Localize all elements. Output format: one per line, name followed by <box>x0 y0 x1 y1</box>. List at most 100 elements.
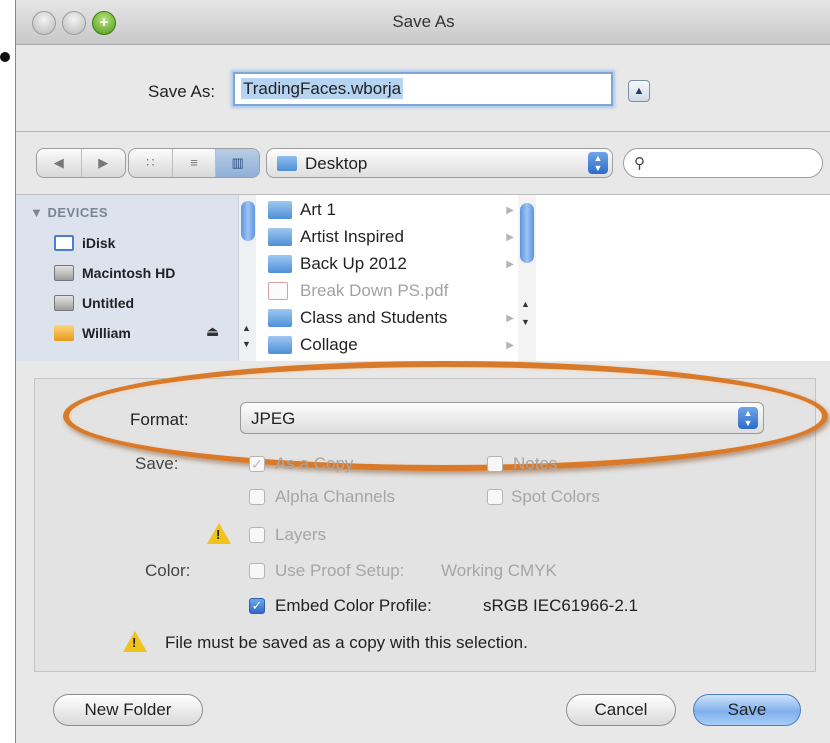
list-view-icon[interactable]: ≡ <box>173 149 217 177</box>
disclosure-arrow-icon: ▶ <box>506 258 514 270</box>
view-mode-control: ∷ ≡ ▥ <box>128 148 260 178</box>
layers-checkbox[interactable] <box>249 527 265 543</box>
window-title: Save As <box>392 12 455 31</box>
slide-bullet <box>0 52 10 62</box>
devices-heading[interactable]: ▼ DEVICES <box>30 205 108 220</box>
embed-profile-value: sRGB IEC61966-2.1 <box>483 596 638 615</box>
sidebar-item-label: iDisk <box>82 235 116 251</box>
scroll-thumb[interactable] <box>520 203 534 263</box>
new-folder-button[interactable]: New Folder <box>53 694 203 726</box>
sidebar-item-macintosh-hd[interactable]: Macintosh HD <box>54 261 175 285</box>
scroll-up-icon[interactable]: ▲ <box>521 299 530 309</box>
hard-drive-icon <box>54 265 74 281</box>
file-name: Back Up 2012 <box>300 254 407 273</box>
sidebar-item-label: Macintosh HD <box>82 265 176 281</box>
save-label: Save: <box>135 454 179 473</box>
format-select[interactable]: JPEG ▲ ▼ <box>240 402 764 434</box>
save-button[interactable]: Save <box>693 694 801 726</box>
column-scrollbar[interactable]: ▲ ▼ <box>518 195 536 361</box>
popup-arrows-icon: ▲ ▼ <box>588 152 608 174</box>
file-name: Break Down PS.pdf <box>300 281 449 300</box>
embed-color-profile-label: Embed Color Profile: <box>275 596 432 615</box>
as-a-copy-label: As a Copy <box>275 454 354 473</box>
file-name: Class and Students <box>300 308 448 327</box>
save-as-dialog: + Save As Save As: TradingFaces.wborja ▲… <box>15 0 830 743</box>
disclosure-arrow-icon: ▶ <box>506 312 514 324</box>
location-popup[interactable]: Desktop ▲ ▼ <box>266 148 613 178</box>
scroll-up-icon[interactable]: ▲ <box>242 323 251 333</box>
notes-label: Notes <box>513 454 558 473</box>
column-view-icon[interactable]: ▥ <box>216 149 260 177</box>
list-item[interactable]: Break Down PS.pdf <box>268 278 514 304</box>
disclosure-arrow-icon: ▶ <box>506 339 514 351</box>
sidebar-scrollbar[interactable]: ▲ ▼ <box>238 195 257 361</box>
use-proof-setup-label: Use Proof Setup: <box>275 561 405 580</box>
save-as-row: Save As: TradingFaces.wborja ▲ <box>16 72 830 116</box>
list-item[interactable]: Art 1 ▶ <box>268 197 514 223</box>
embed-color-profile-checkbox[interactable]: ✓ <box>249 598 265 614</box>
folder-icon <box>268 201 292 219</box>
list-item[interactable]: Artist Inspired ▶ <box>268 224 514 250</box>
idisk-icon <box>54 235 74 251</box>
file-column: Art 1 ▶ Artist Inspired ▶ Back Up 2012 ▶… <box>256 195 519 361</box>
warning-icon: ! <box>123 631 147 652</box>
back-forward-control: ◀ ▶ <box>36 148 126 178</box>
file-name: Artist Inspired <box>300 227 404 246</box>
folder-icon <box>277 156 297 171</box>
back-arrow-icon[interactable]: ◀ <box>37 149 82 177</box>
cancel-button[interactable]: Cancel <box>566 694 676 726</box>
folder-icon <box>268 255 292 273</box>
search-field[interactable]: ⚲ <box>623 148 823 178</box>
notes-checkbox[interactable] <box>487 456 503 472</box>
save-as-label: Save As: <box>148 82 216 101</box>
spot-colors-label: Spot Colors <box>511 487 600 506</box>
filename-input[interactable]: TradingFaces.wborja <box>233 72 613 106</box>
sidebar-item-label: William <box>82 325 131 341</box>
title-bar: + Save As <box>16 0 830 45</box>
home-folder-icon <box>54 325 74 341</box>
sidebar-item-idisk[interactable]: iDisk <box>54 231 115 255</box>
scroll-down-icon[interactable]: ▼ <box>242 339 251 349</box>
location-label: Desktop <box>305 154 368 173</box>
alpha-channels-checkbox[interactable] <box>249 489 265 505</box>
color-label: Color: <box>145 561 191 580</box>
layers-label: Layers <box>275 525 327 544</box>
empty-column <box>536 195 830 361</box>
file-name: Art 1 <box>300 200 336 219</box>
warning-icon: ! <box>207 523 231 544</box>
folder-icon <box>268 336 292 354</box>
icon-view-icon[interactable]: ∷ <box>129 149 173 177</box>
folder-icon <box>268 228 292 246</box>
save-options-panel: Format: JPEG ▲ ▼ Save: ✓ As a Copy Notes … <box>34 361 828 672</box>
format-value: JPEG <box>251 409 296 428</box>
use-proof-setup-checkbox[interactable] <box>249 563 265 579</box>
search-icon: ⚲ <box>634 155 645 172</box>
sidebar-item-label: Untitled <box>82 295 135 311</box>
forward-arrow-icon[interactable]: ▶ <box>82 149 126 177</box>
browser-toolbar: ◀ ▶ ∷ ≡ ▥ Desktop ▲ ▼ ⚲ <box>16 144 830 184</box>
format-label: Format: <box>130 410 189 429</box>
filename-text: TradingFaces.wborja <box>241 78 404 99</box>
folder-icon <box>268 309 292 327</box>
collapse-browser-button[interactable]: ▲ <box>628 80 650 102</box>
spot-colors-checkbox[interactable] <box>487 489 503 505</box>
alpha-channels-label: Alpha Channels <box>275 487 396 506</box>
hard-drive-icon <box>54 295 74 311</box>
list-item[interactable]: Collage ▶ <box>268 332 514 358</box>
as-a-copy-checkbox[interactable]: ✓ <box>249 456 265 472</box>
list-item[interactable]: Back Up 2012 ▶ <box>268 251 514 277</box>
eject-icon[interactable]: ⏏ <box>206 323 219 340</box>
disclosure-arrow-icon: ▶ <box>506 204 514 216</box>
scroll-thumb[interactable] <box>241 201 255 241</box>
sidebar-item-william[interactable]: William <box>54 321 131 345</box>
warning-message: File must be saved as a copy with this s… <box>165 633 528 652</box>
list-item[interactable]: Class and Students ▶ <box>268 305 514 331</box>
divider <box>16 131 830 132</box>
proof-profile-value: Working CMYK <box>441 561 557 580</box>
scroll-down-icon[interactable]: ▼ <box>521 317 530 327</box>
popup-arrows-icon: ▲ ▼ <box>738 407 758 429</box>
file-name: Collage <box>300 335 358 354</box>
sidebar-item-untitled[interactable]: Untitled <box>54 291 134 315</box>
file-browser: ▼ DEVICES iDisk Macintosh HD Untitled Wi… <box>16 194 830 361</box>
pdf-document-icon <box>268 282 288 300</box>
